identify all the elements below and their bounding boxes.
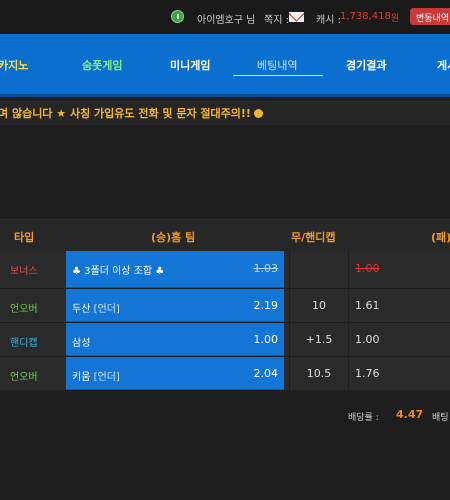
away-odds[interactable]: 1.00 <box>355 262 380 275</box>
handicap-value: +1.5 <box>305 333 333 346</box>
column-divider <box>348 289 349 322</box>
nav-item-casino[interactable]: 카지노 <box>0 57 28 73</box>
cash-value: 1,738,418 <box>340 11 391 22</box>
column-divider <box>348 323 349 356</box>
team-tag: [언더] <box>93 304 120 315</box>
header-away: (패) <box>431 231 450 244</box>
handicap-value: 10.5 <box>306 367 332 380</box>
home-odds: 1.03 <box>253 262 279 275</box>
row-type: 핸디캡 <box>10 338 38 349</box>
row-type: 언오버 <box>10 304 38 315</box>
nav-item-minigame[interactable]: 미니게임 <box>170 57 210 73</box>
row-type: 보너스 <box>10 266 38 277</box>
odds-total-value: 4.47 <box>396 408 424 421</box>
away-odds[interactable]: 1.61 <box>355 299 380 312</box>
team-tag: [언더] <box>93 372 120 383</box>
table-row: 언오버 두산 [언더] 2.19 10 1.61 <box>0 289 450 323</box>
column-divider <box>289 251 290 288</box>
ticker-text: 며 않습니다 ★ 사칭 가입유도 전화 및 문자 절대주의!! <box>0 105 263 121</box>
bet-amount-label: 배팅 <box>432 413 449 423</box>
home-odds: 1.00 <box>253 333 279 346</box>
handicap-value: 10 <box>312 299 326 312</box>
cash-history-button[interactable]: 변동내역 <box>410 8 450 25</box>
active-tab-underline <box>233 75 323 76</box>
home-team-name: ♣ 3폴더 이상 조합 ♣ <box>72 266 165 277</box>
home-team-cell[interactable]: 두산 [언더] 2.19 <box>66 289 284 322</box>
home-team-cell[interactable]: ♣ 3폴더 이상 조합 ♣ 1.03 <box>66 251 284 288</box>
away-odds[interactable]: 1.76 <box>355 367 380 380</box>
username: 아이엠호구 님 <box>197 15 256 26</box>
away-odds[interactable]: 1.00 <box>355 333 380 346</box>
team-name-text: 키움 <box>72 372 91 383</box>
table-row: 보너스 ♣ 3폴더 이상 조합 ♣ 1.03 1.00 <box>0 251 450 289</box>
team-name-text: 두산 <box>72 304 91 315</box>
table-row: 언오버 키움 [언더] 2.04 10.5 1.76 <box>0 357 450 391</box>
table-row: 핸디캡 삼성 1.00 +1.5 1.00 <box>0 323 450 357</box>
cash-unit: 원 <box>391 14 400 24</box>
notice-ticker: 며 않습니다 ★ 사칭 가입유도 전화 및 문자 절대주의!! <box>0 100 450 125</box>
header-type: 타입 <box>14 231 35 244</box>
cash-label: 캐시 : <box>316 15 341 26</box>
home-team-name: 삼성 <box>72 338 91 349</box>
row-type: 언오버 <box>10 372 38 383</box>
dot-icon <box>253 109 263 118</box>
nav-item-board[interactable]: 게시판 <box>437 57 450 73</box>
header-home: (승)홈 팀 <box>151 231 196 244</box>
mail-icon[interactable] <box>289 12 304 22</box>
nav-divider <box>0 94 450 97</box>
header-handicap: 무/핸디캡 <box>291 231 336 244</box>
home-odds: 2.04 <box>253 367 279 380</box>
nav-item-bet-history[interactable]: 베팅내역 <box>257 57 297 73</box>
nav-item-results[interactable]: 경기결과 <box>346 57 386 73</box>
column-divider <box>348 251 349 288</box>
home-team-name: 키움 [언더] <box>72 368 120 383</box>
nav-item-sports[interactable]: 숨폿게임 <box>82 57 122 73</box>
home-team-name: 두산 [언더] <box>72 300 120 315</box>
main-nav: 카지노 숨폿게임 미니게임 베팅내역 경기결과 게시판 <box>0 34 450 94</box>
odds-total-label: 배당률 : <box>348 413 379 423</box>
home-team-cell[interactable]: 키움 [언더] 2.04 <box>66 357 284 390</box>
home-odds: 2.19 <box>253 299 279 312</box>
ticker-message: 며 않습니다 ★ 사칭 가입유도 전화 및 문자 절대주의!! <box>0 107 251 120</box>
user-bar: 아이엠호구 님 쪽지 : 캐시 : 1,738,418 원 변동내역 <box>0 0 450 34</box>
bet-table-header: 타입 (승)홈 팀 무/핸디캡 (패) <box>0 219 450 251</box>
column-divider <box>348 357 349 390</box>
home-team-cell[interactable]: 삼성 1.00 <box>66 323 284 356</box>
user-level-icon <box>171 10 184 23</box>
messages-label: 쪽지 : <box>264 15 289 26</box>
